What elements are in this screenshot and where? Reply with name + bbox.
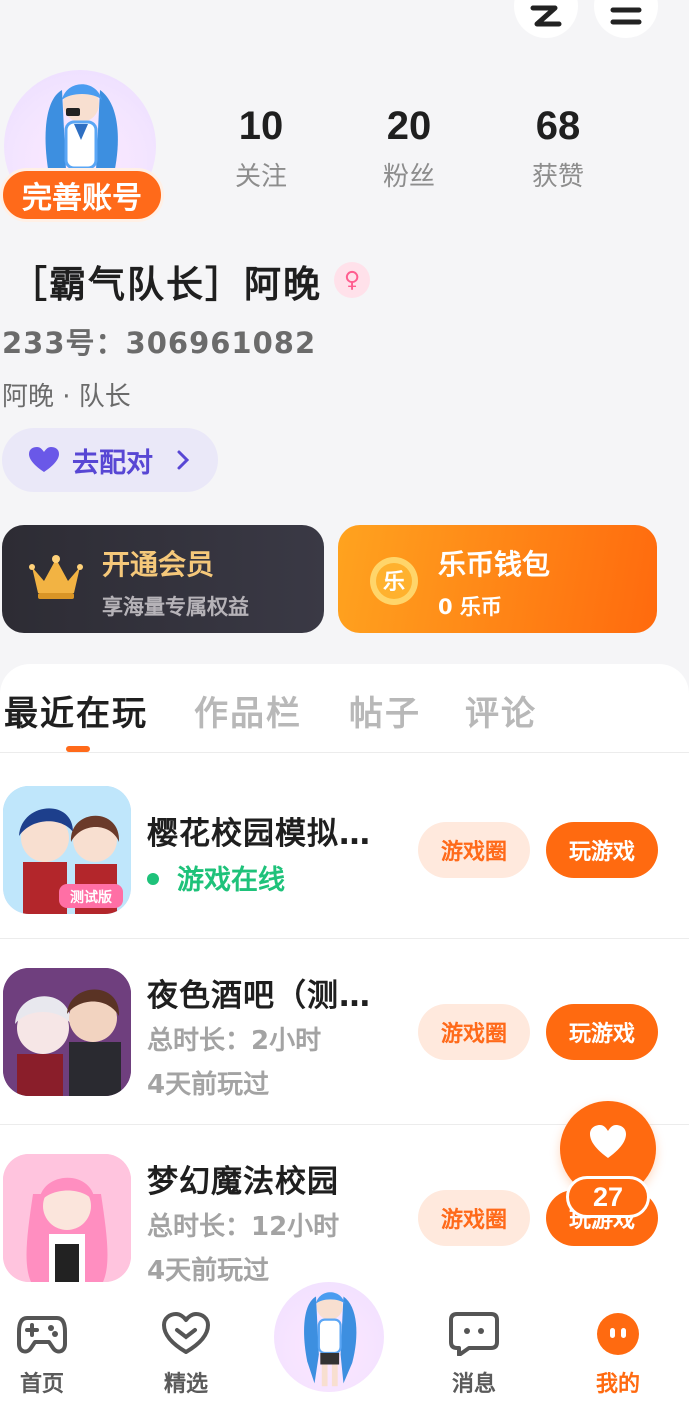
vip-card[interactable]: 开通会员 享海量专属权益 [2,525,324,633]
nav-me-label: 我的 [595,1372,640,1397]
tab-works[interactable]: 作品栏 [194,686,302,735]
game-icon-sakura[interactable]: 测试版 [3,786,131,914]
complete-account-badge[interactable]: 完善账号 [0,168,164,222]
game-circle-button[interactable]: 游戏圈 [418,1004,530,1060]
game-duration: 总时长：12小时 [147,1212,340,1242]
nav-messages[interactable]: 消息 [434,1312,514,1398]
heart-outline-icon [162,1312,210,1354]
nav-featured[interactable]: 精选 [146,1312,226,1398]
game-last-played: 4天前玩过 [147,1070,270,1100]
game-title[interactable]: 夜色酒吧（测… [147,970,371,1015]
vip-desc: 享海量专属权益 [102,595,249,619]
stat-likes[interactable]: 68 获赞 [503,100,613,193]
stat-fans-count: 20 [386,104,432,148]
game-art-night-bar [3,968,131,1096]
menu-icon [610,7,642,25]
tab-posts[interactable]: 帖子 [349,686,421,735]
edit-icon [530,5,562,27]
online-dot-icon [147,872,159,885]
game-last-played: 4天前玩过 [147,1256,270,1286]
message-icon [449,1312,499,1357]
game-title[interactable]: 梦幻魔法校园 [147,1156,339,1201]
vip-title: 开通会员 [102,548,215,581]
game-art-magic-school [3,1154,131,1282]
game-art-sakura: 测试版 [3,786,131,914]
game-duration: 总时长：2小时 [147,1026,322,1056]
stat-following-count: 10 [238,104,284,148]
coin-icon-text: 乐 [383,570,405,595]
profile-subline: 阿晚 · 队长 [2,382,131,412]
center-avatar-image [304,1292,357,1387]
edit-button[interactable] [514,0,578,38]
game-online-status: 游戏在线 [147,858,285,897]
stat-following-label: 关注 [234,162,287,192]
heart-icon [590,1125,626,1158]
tab-recent[interactable]: 最近在玩 [4,686,148,735]
stat-fans[interactable]: 20 粉丝 [354,100,464,193]
nav-featured-label: 精选 [163,1372,208,1397]
chevron-right-icon [177,450,190,470]
coin-title: 乐币钱包 [438,548,551,581]
center-avatar-button[interactable] [274,1282,384,1392]
stat-likes-count: 68 [535,104,581,148]
game-circle-button[interactable]: 游戏圈 [418,1190,530,1246]
female-icon: ♀ [334,262,370,298]
like-count-badge: 27 [566,1176,650,1218]
game-test-badge: 测试版 [70,889,112,906]
profile-face-icon [597,1313,639,1355]
nav-me[interactable]: 我的 [578,1312,658,1398]
profile-name: ［霸气队长］阿晚 [10,263,322,306]
game-icon-magic-school[interactable] [3,1154,131,1282]
game-status-text: 游戏在线 [177,865,285,896]
coin-icon: 乐 [370,557,418,605]
coin-wallet-card[interactable]: 乐 乐币钱包 0 乐币 [338,525,657,633]
stat-likes-label: 获赞 [531,162,584,192]
coin-balance: 0 乐币 [438,595,502,619]
crown-icon [29,555,83,599]
nav-home[interactable]: 首页 [2,1312,82,1398]
play-game-button[interactable]: 玩游戏 [546,822,658,878]
stat-following[interactable]: 10 关注 [206,100,316,193]
row-divider [0,938,689,939]
nav-home-label: 首页 [19,1372,64,1397]
nav-messages-label: 消息 [451,1372,496,1397]
match-button[interactable]: 去配对 [2,428,218,492]
game-title[interactable]: 樱花校园模拟… [147,808,371,853]
heart-icon [29,447,59,472]
menu-button[interactable] [594,0,658,38]
gamepad-icon [17,1316,67,1354]
tab-divider [0,752,689,753]
stat-fans-label: 粉丝 [382,162,435,192]
play-game-button[interactable]: 玩游戏 [546,1004,658,1060]
match-label: 去配对 [72,447,153,479]
user-id: 233号：306961082 [2,326,317,360]
game-circle-button[interactable]: 游戏圈 [418,822,530,878]
game-icon-night-bar[interactable] [3,968,131,1096]
tab-comments[interactable]: 评论 [465,686,537,735]
